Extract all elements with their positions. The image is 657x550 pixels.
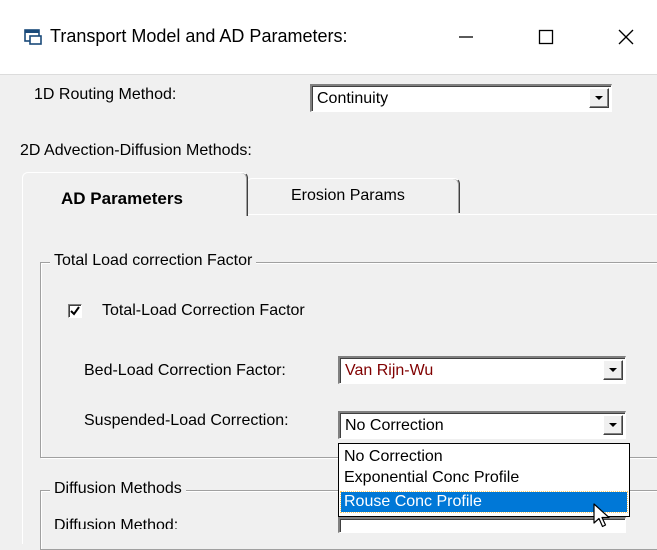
- ad-methods-label: 2D Advection-Diffusion Methods:: [20, 142, 252, 159]
- routing-method-select[interactable]: Continuity: [310, 84, 612, 112]
- diffusion-group-title: Diffusion Methods: [50, 480, 186, 498]
- minimize-button[interactable]: [440, 14, 492, 60]
- minimize-icon: [459, 36, 473, 38]
- diffusion-method-select[interactable]: [338, 517, 626, 533]
- bedload-label: Bed-Load Correction Factor:: [84, 362, 286, 379]
- app-icon: [24, 29, 42, 45]
- tab-erosion-params[interactable]: Erosion Params: [246, 178, 460, 213]
- checkmark-icon: [70, 306, 80, 316]
- maximize-icon: [538, 29, 554, 45]
- tab-ad-parameters[interactable]: AD Parameters: [22, 172, 248, 216]
- tab-ad-parameters-label: AD Parameters: [61, 189, 183, 208]
- title-bar: Transport Model and AD Parameters:: [0, 0, 657, 75]
- mouse-pointer-icon: [593, 503, 610, 528]
- chevron-down-icon[interactable]: [603, 415, 623, 435]
- close-icon: [618, 29, 634, 45]
- tab-erosion-params-label: Erosion Params: [291, 187, 405, 204]
- list-item[interactable]: Exponential Conc Profile: [341, 468, 627, 488]
- list-item[interactable]: No Correction: [341, 447, 627, 467]
- suspended-load-select[interactable]: No Correction: [338, 411, 626, 439]
- suspended-load-dropdown-list[interactable]: No Correction Exponential Conc Profile R…: [338, 443, 630, 517]
- diffusion-method-label: Diffusion Method:: [54, 517, 179, 529]
- bedload-select[interactable]: Van Rijn-Wu: [338, 356, 626, 384]
- close-button[interactable]: [600, 14, 652, 60]
- total-load-checkbox[interactable]: [68, 304, 82, 318]
- maximize-button[interactable]: [520, 14, 572, 60]
- chevron-down-icon[interactable]: [589, 88, 609, 108]
- bedload-value: Van Rijn-Wu: [345, 362, 434, 379]
- window-title: Transport Model and AD Parameters:: [50, 26, 348, 46]
- chevron-down-icon[interactable]: [603, 360, 623, 380]
- list-item-selected[interactable]: Rouse Conc Profile: [340, 491, 628, 513]
- suspended-load-label: Suspended-Load Correction:: [84, 412, 289, 429]
- routing-method-value: Continuity: [317, 90, 389, 107]
- total-load-group-title: Total Load correction Factor: [50, 252, 257, 270]
- total-load-checkbox-label[interactable]: Total-Load Correction Factor: [102, 302, 305, 320]
- routing-method-label: 1D Routing Method:: [34, 86, 177, 103]
- suspended-load-value: No Correction: [345, 417, 444, 434]
